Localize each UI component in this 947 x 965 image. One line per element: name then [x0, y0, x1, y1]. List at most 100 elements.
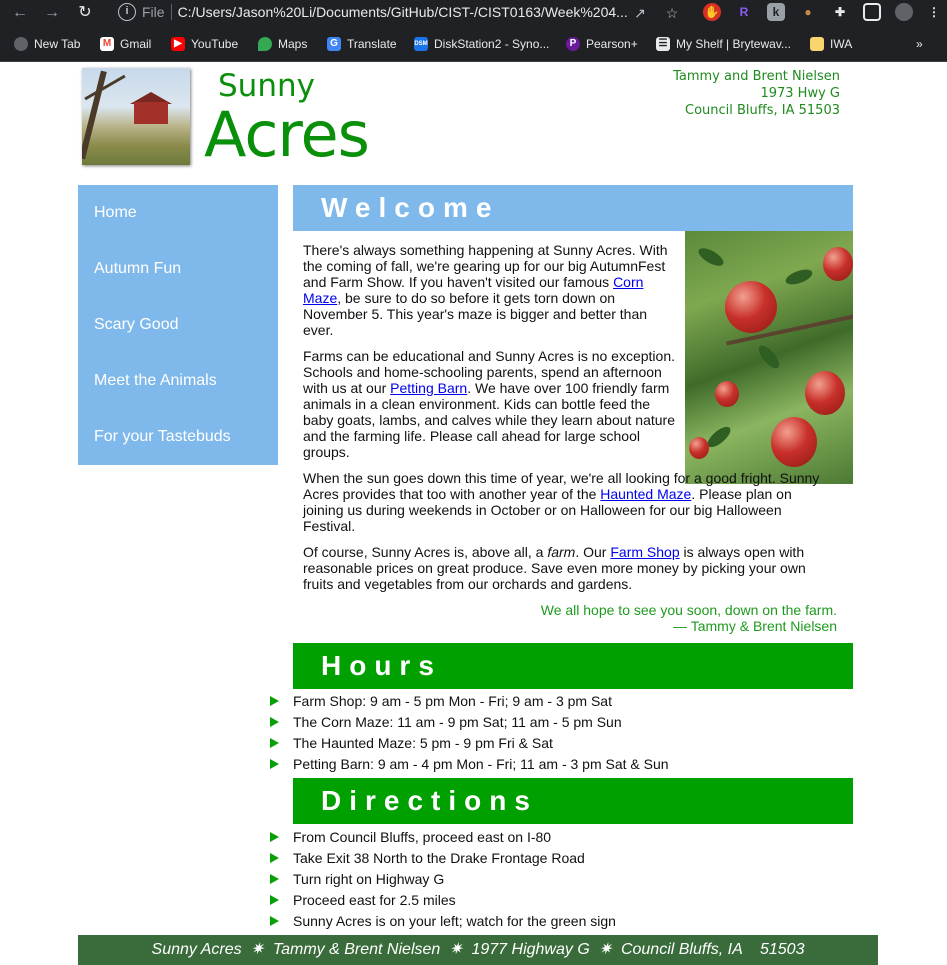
more-bookmarks-icon[interactable]: » [916, 35, 923, 53]
address-bar[interactable]: i File C:/Users/Jason%20Li/Documents/Git… [108, 0, 688, 24]
maps-icon [258, 37, 272, 51]
welcome-paragraph-4: Of course, Sunny Acres is, above all, a … [303, 544, 828, 592]
address-city: Council Bluffs, IA 51503 [685, 103, 840, 118]
apple [805, 371, 845, 415]
nav-link-scary-good[interactable]: Scary Good [94, 316, 178, 334]
bookmark-label: YouTube [191, 37, 239, 51]
bookmark-translate[interactable]: G Translate [327, 35, 397, 53]
apple [689, 437, 709, 459]
directions-heading: Directions [321, 785, 538, 816]
list-item-text: The Haunted Maze: 5 pm - 9 pm Fri & Sat [293, 735, 553, 751]
browser-toolbar: ← → ↻ i File C:/Users/Jason%20Li/Documen… [0, 0, 947, 25]
hours-list: Farm Shop: 9 am - 5 pm Mon - Fri; 9 am -… [270, 691, 870, 775]
welcome-paragraph-1: There's always something happening at Su… [303, 242, 681, 338]
pearson-icon: P [566, 37, 580, 51]
bookmark-folder-iwa[interactable]: IWA [810, 35, 852, 53]
arrow-bullet-icon [270, 717, 279, 727]
k-extension-icon[interactable]: k [767, 3, 785, 21]
paragraph-text: , be sure to do so before it gets torn d… [303, 290, 648, 338]
folder-icon [810, 37, 824, 51]
bookmark-youtube[interactable]: ▶ YouTube [171, 35, 238, 53]
logo-acres-text: Acres [204, 98, 370, 171]
web-page: Sunny Acres Tammy and Brent Nielsen 1973… [0, 62, 947, 965]
signature: We all hope to see you soon, down on the… [541, 602, 837, 634]
directions-heading-bar: Directions [293, 778, 853, 824]
list-item: Farm Shop: 9 am - 5 pm Mon - Fri; 9 am -… [270, 691, 870, 712]
bookmark-star-icon[interactable]: ☆ [662, 3, 682, 23]
petting-barn-link[interactable]: Petting Barn [390, 380, 467, 396]
bookmark-diskstation[interactable]: DSM DiskStation2 - Syno... [414, 35, 549, 53]
profile-avatar[interactable] [895, 3, 913, 21]
reload-icon[interactable]: ↻ [74, 2, 96, 24]
tree-trunk [82, 70, 107, 160]
list-item: Petting Barn: 9 am - 4 pm Mon - Fri; 11 … [270, 754, 870, 775]
apple [823, 247, 853, 281]
apple [715, 381, 739, 407]
bookmark-my-shelf[interactable]: ☰ My Shelf | Brytewav... [656, 35, 791, 53]
page-footer: Sunny Acres ✷ Tammy & Brent Nielsen ✷ 19… [78, 935, 878, 965]
translate-icon: G [327, 37, 341, 51]
nav-link-autumn-fun[interactable]: Autumn Fun [94, 260, 181, 278]
bookmark-label: IWA [830, 37, 853, 51]
welcome-heading-bar: Welcome [293, 185, 853, 231]
adblock-extension-icon[interactable]: ✋ [703, 3, 721, 21]
bookmark-new-tab[interactable]: New Tab [14, 35, 80, 53]
bookmark-pearson[interactable]: P Pearson+ [566, 35, 638, 53]
bookmark-label: Pearson+ [586, 37, 638, 51]
arrow-bullet-icon [270, 738, 279, 748]
list-item-text: Farm Shop: 9 am - 5 pm Mon - Fri; 9 am -… [293, 693, 612, 709]
youtube-icon: ▶ [171, 37, 185, 51]
arrow-bullet-icon [270, 696, 279, 706]
bookmark-label: DiskStation2 - Syno... [434, 37, 550, 51]
bookmark-label: Translate [347, 37, 397, 51]
farm-emphasis: farm [547, 544, 576, 560]
apple [725, 281, 777, 333]
menu-dots-icon[interactable]: ⋮ [925, 3, 943, 21]
forward-arrow-icon[interactable]: → [41, 2, 63, 24]
arrow-bullet-icon [270, 874, 279, 884]
directions-list: From Council Bluffs, proceed east on I-8… [270, 827, 870, 932]
list-item: Sunny Acres is on your left; watch for t… [270, 911, 870, 932]
bookmark-gmail[interactable]: M Gmail [100, 35, 151, 53]
list-item-text: Sunny Acres is on your left; watch for t… [293, 913, 616, 929]
bookmark-maps[interactable]: Maps [258, 35, 307, 53]
r-extension-icon[interactable]: R [735, 3, 753, 21]
farm-shop-link[interactable]: Farm Shop [610, 544, 679, 560]
back-arrow-icon[interactable]: ← [9, 2, 31, 24]
list-item-text: Take Exit 38 North to the Drake Frontage… [293, 850, 585, 866]
info-icon[interactable]: i [118, 3, 136, 21]
list-item-text: Proceed east for 2.5 miles [293, 892, 456, 908]
url-divider [170, 4, 172, 20]
shelf-icon: ☰ [656, 37, 670, 51]
gmail-icon: M [100, 37, 114, 51]
bookmark-label: New Tab [34, 37, 81, 51]
welcome-paragraph-3: When the sun goes down this time of year… [303, 470, 823, 534]
arrow-bullet-icon [270, 832, 279, 842]
side-panel-icon[interactable] [863, 3, 881, 21]
share-icon[interactable]: ↗ [630, 3, 650, 23]
barn [134, 102, 168, 124]
welcome-paragraph-2: Farms can be educational and Sunny Acres… [303, 348, 681, 460]
nav-link-for-your-tastebuds[interactable]: For your Tastebuds [94, 428, 231, 446]
list-item-text: Petting Barn: 9 am - 4 pm Mon - Fri; 11 … [293, 756, 669, 772]
list-item-text: The Corn Maze: 11 am - 9 pm Sat; 11 am -… [293, 714, 622, 730]
bookmarks-bar: New Tab M Gmail ▶ YouTube Maps G Transla… [0, 25, 947, 62]
haunted-maze-link[interactable]: Haunted Maze [600, 486, 691, 502]
signature-line-1: We all hope to see you soon, down on the… [540, 602, 837, 618]
signature-line-2: — Tammy & Brent Nielsen [673, 618, 837, 634]
cookie-extension-icon[interactable]: ● [799, 3, 817, 21]
side-navigation: Home Autumn Fun Scary Good Meet the Anim… [78, 185, 278, 465]
list-item: The Haunted Maze: 5 pm - 9 pm Fri & Sat [270, 733, 870, 754]
nav-link-meet-the-animals[interactable]: Meet the Animals [94, 372, 217, 390]
more-bookmarks-label: » [916, 37, 923, 51]
arrow-bullet-icon [270, 895, 279, 905]
bookmark-label: Gmail [120, 37, 152, 51]
hours-heading: Hours [321, 650, 442, 681]
url-text[interactable]: C:/Users/Jason%20Li/Documents/GitHub/CIS… [178, 4, 628, 20]
url-scheme: File [142, 4, 165, 20]
nav-link-home[interactable]: Home [94, 204, 137, 222]
extensions-puzzle-icon[interactable]: ✚ [831, 3, 849, 21]
paragraph-text: . Our [575, 544, 611, 560]
address-street: 1973 Hwy G [760, 86, 840, 101]
dsm-icon: DSM [414, 37, 428, 51]
